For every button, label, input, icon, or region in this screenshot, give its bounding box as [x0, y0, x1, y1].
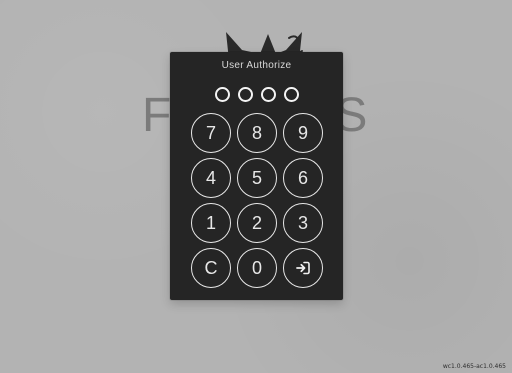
version-label: wc1.0.465-ac1.0.465 — [442, 363, 506, 370]
key-7[interactable]: 7 — [191, 113, 231, 153]
key-9[interactable]: 9 — [283, 113, 323, 153]
login-icon — [296, 261, 310, 275]
pin-slot — [284, 86, 299, 102]
pin-slot — [261, 86, 276, 102]
key-3[interactable]: 3 — [283, 203, 323, 243]
login-button[interactable] — [283, 248, 323, 288]
key-5[interactable]: 5 — [237, 158, 277, 198]
pin-slot — [238, 86, 253, 102]
key-1[interactable]: 1 — [191, 203, 231, 243]
keypad: 7 8 9 4 5 6 1 2 3 C 0 — [191, 113, 323, 293]
key-2[interactable]: 2 — [237, 203, 277, 243]
panel-title: User Authorize — [221, 60, 292, 71]
key-4[interactable]: 4 — [191, 158, 231, 198]
auth-panel: User Authorize 7 8 9 4 5 6 1 2 3 C 0 — [170, 52, 343, 300]
pin-indicator — [215, 84, 299, 104]
clear-button[interactable]: C — [191, 248, 231, 288]
key-8[interactable]: 8 — [237, 113, 277, 153]
key-6[interactable]: 6 — [283, 158, 323, 198]
key-0[interactable]: 0 — [237, 248, 277, 288]
pin-slot — [215, 86, 230, 102]
